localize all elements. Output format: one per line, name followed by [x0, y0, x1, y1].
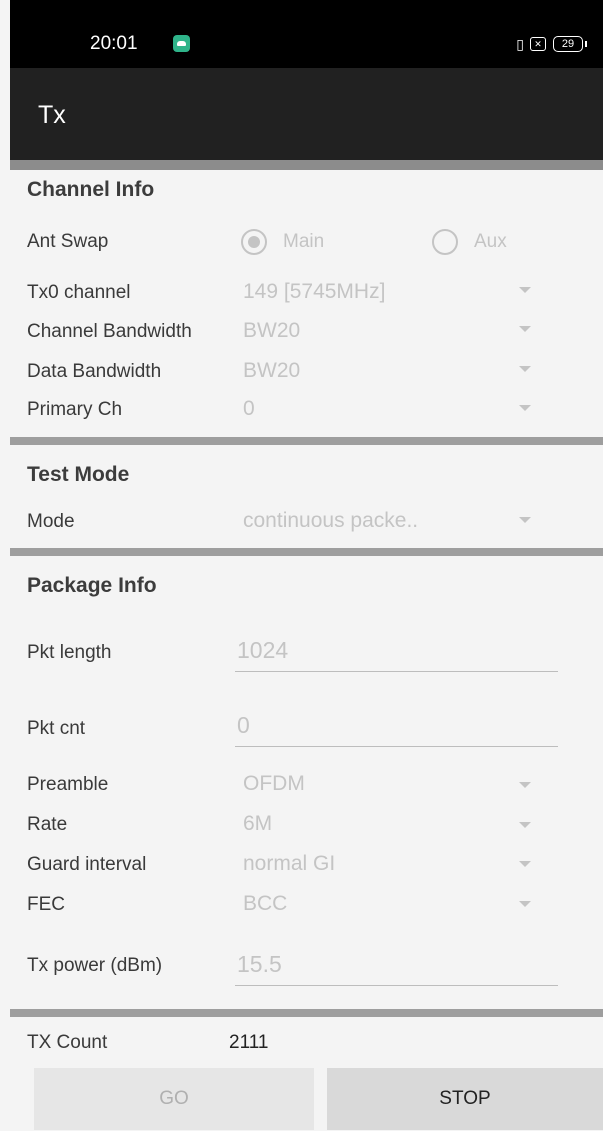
- pkt-length-input[interactable]: 1024: [237, 636, 288, 664]
- guard-interval-label: Guard interval: [27, 854, 147, 875]
- pkt-cnt-label: Pkt cnt: [27, 718, 86, 739]
- chevron-down-icon: [519, 405, 531, 411]
- radio-main-label: Main: [283, 231, 325, 252]
- tx0-channel-label: Tx0 channel: [27, 282, 131, 303]
- page-title: Tx: [38, 101, 66, 129]
- mode-label: Mode: [27, 511, 75, 532]
- section-divider: [10, 548, 603, 556]
- primary-ch-select[interactable]: 0: [243, 396, 255, 422]
- rate-label: Rate: [27, 814, 68, 835]
- rate-select[interactable]: 6M: [243, 811, 272, 837]
- test-mode-heading: Test Mode: [27, 463, 130, 486]
- status-time: 20:01: [90, 33, 138, 54]
- pkt-length-underline: [235, 671, 558, 672]
- chevron-down-icon: [519, 861, 531, 867]
- chevron-down-icon: [519, 782, 531, 788]
- radio-aux-label: Aux: [474, 231, 507, 252]
- tx-count-label: TX Count: [27, 1032, 108, 1053]
- app-bar-shadow: [10, 160, 603, 170]
- data-bandwidth-select[interactable]: BW20: [243, 358, 300, 384]
- preamble-label: Preamble: [27, 774, 109, 795]
- no-sim-icon: ✕: [530, 37, 546, 51]
- status-icons: ▯ ✕ 29: [516, 35, 587, 53]
- primary-ch-label: Primary Ch: [27, 399, 123, 420]
- tx0-channel-select[interactable]: 149 [5745MHz]: [243, 279, 385, 305]
- tx-power-label: Tx power (dBm): [27, 955, 163, 976]
- chevron-down-icon: [519, 366, 531, 372]
- ant-swap-label: Ant Swap: [27, 231, 109, 252]
- chevron-down-icon: [519, 326, 531, 332]
- battery-icon: 29: [553, 36, 587, 52]
- section-divider: [10, 437, 603, 445]
- fec-label: FEC: [27, 894, 65, 915]
- chevron-down-icon: [519, 287, 531, 293]
- app-bar: Tx: [10, 68, 603, 160]
- section-divider: [10, 1009, 603, 1017]
- pkt-cnt-underline: [235, 746, 558, 747]
- chevron-down-icon: [519, 901, 531, 907]
- status-bar: 20:01 ▯ ✕ 29: [10, 0, 603, 68]
- tx-power-underline: [235, 985, 558, 986]
- android-icon: [173, 35, 190, 52]
- tx-count-value: 2111: [229, 1032, 269, 1053]
- chevron-down-icon: [519, 822, 531, 828]
- pkt-cnt-input[interactable]: 0: [237, 711, 250, 739]
- channel-info-heading: Channel Info: [27, 178, 155, 201]
- chevron-down-icon: [519, 517, 531, 523]
- pkt-length-label: Pkt length: [27, 642, 112, 663]
- go-button[interactable]: GO: [34, 1068, 314, 1130]
- radio-aux[interactable]: [432, 229, 458, 255]
- vibrate-icon: ▯: [516, 36, 524, 52]
- channel-bandwidth-label: Channel Bandwidth: [27, 321, 192, 342]
- tx-power-input[interactable]: 15.5: [237, 950, 282, 978]
- preamble-select[interactable]: OFDM: [243, 771, 305, 797]
- package-info-heading: Package Info: [27, 574, 157, 597]
- guard-interval-select[interactable]: normal GI: [243, 851, 335, 877]
- fec-select[interactable]: BCC: [243, 891, 287, 917]
- mode-select[interactable]: continuous packe..: [243, 508, 418, 534]
- stop-button[interactable]: STOP: [327, 1068, 603, 1130]
- radio-main[interactable]: [241, 229, 267, 255]
- channel-bandwidth-select[interactable]: BW20: [243, 318, 300, 344]
- data-bandwidth-label: Data Bandwidth: [27, 361, 162, 382]
